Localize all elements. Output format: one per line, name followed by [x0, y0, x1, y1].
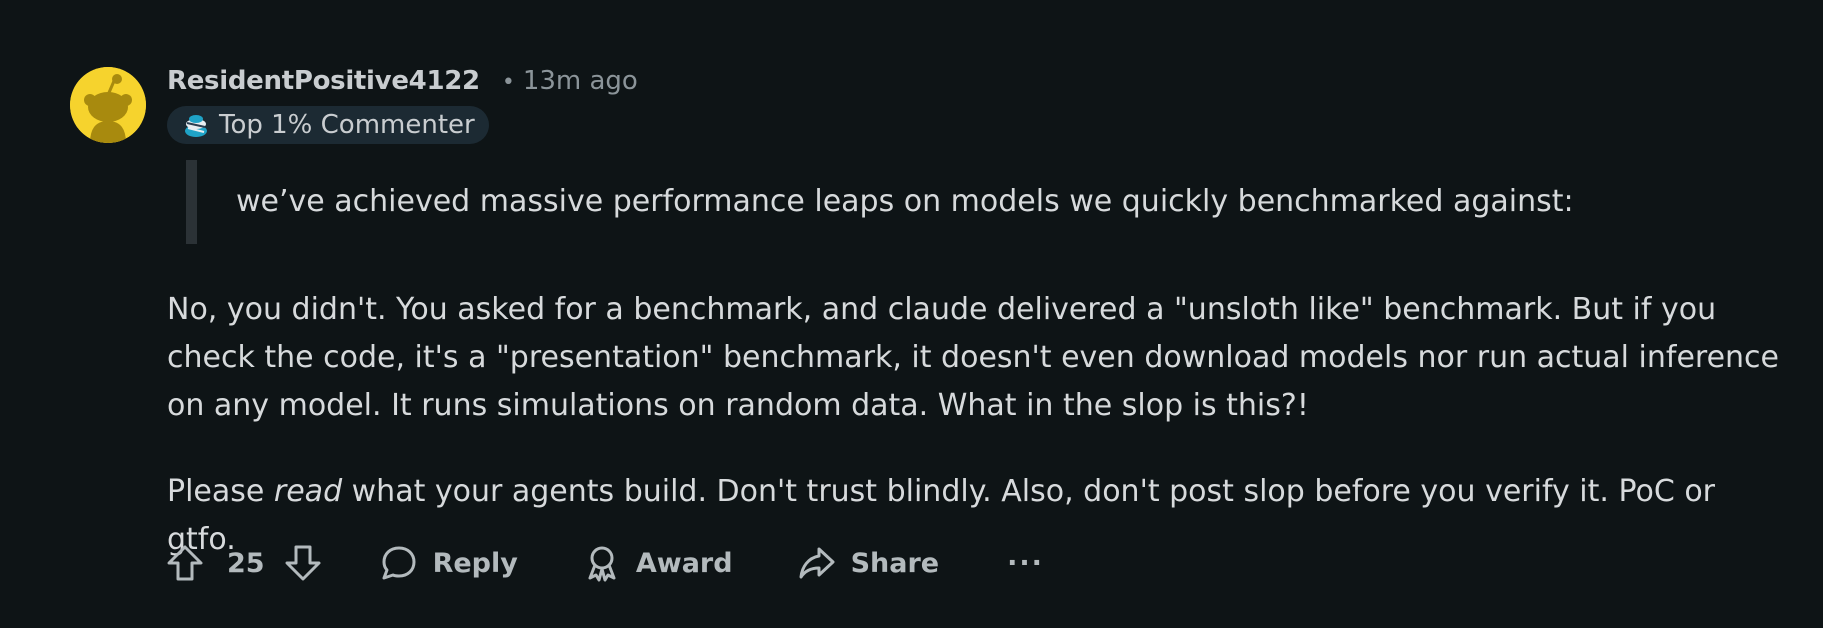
badge-label: Top 1% Commenter [219, 110, 475, 140]
upvote-button[interactable] [165, 543, 205, 583]
meta-separator: • [501, 70, 515, 95]
comment-meta: ResidentPositive4122 • 13m ago [167, 66, 638, 96]
emphasis-text: read [273, 474, 343, 509]
blockquote-text: we’ve achieved massive performance leaps… [236, 184, 1574, 219]
reply-label: Reply [432, 547, 518, 579]
reply-button[interactable]: Reply [379, 543, 518, 583]
avatar[interactable] [70, 67, 146, 143]
blockquote-bar [186, 160, 197, 244]
share-label: Share [850, 547, 940, 579]
more-options-button[interactable]: ··· [1007, 548, 1044, 579]
top-commenter-badge[interactable]: Top 1% Commenter [167, 106, 489, 144]
upvote-icon [167, 545, 203, 581]
comment-bubble-icon [382, 546, 416, 580]
downvote-button[interactable] [283, 543, 323, 583]
share-icon [799, 547, 835, 579]
snoo-avatar-icon [70, 67, 146, 143]
downvote-icon [285, 545, 321, 581]
timestamp[interactable]: 13m ago [523, 66, 638, 96]
share-button[interactable]: Share [797, 543, 940, 583]
comment: ResidentPositive4122 • 13m ago Top 1% Co… [0, 0, 1823, 628]
award-icon [588, 546, 616, 582]
award-button[interactable]: Award [582, 543, 733, 583]
paragraph-text: Please [167, 474, 274, 509]
comment-paragraph: No, you didn't. You asked for a benchmar… [167, 292, 1780, 423]
comment-actions: 25 Reply Award Share ··· [165, 538, 1044, 588]
username-link[interactable]: ResidentPositive4122 [167, 66, 480, 96]
top-commenter-icon [181, 110, 211, 140]
vote-score: 25 [227, 547, 265, 579]
award-label: Award [635, 547, 733, 579]
